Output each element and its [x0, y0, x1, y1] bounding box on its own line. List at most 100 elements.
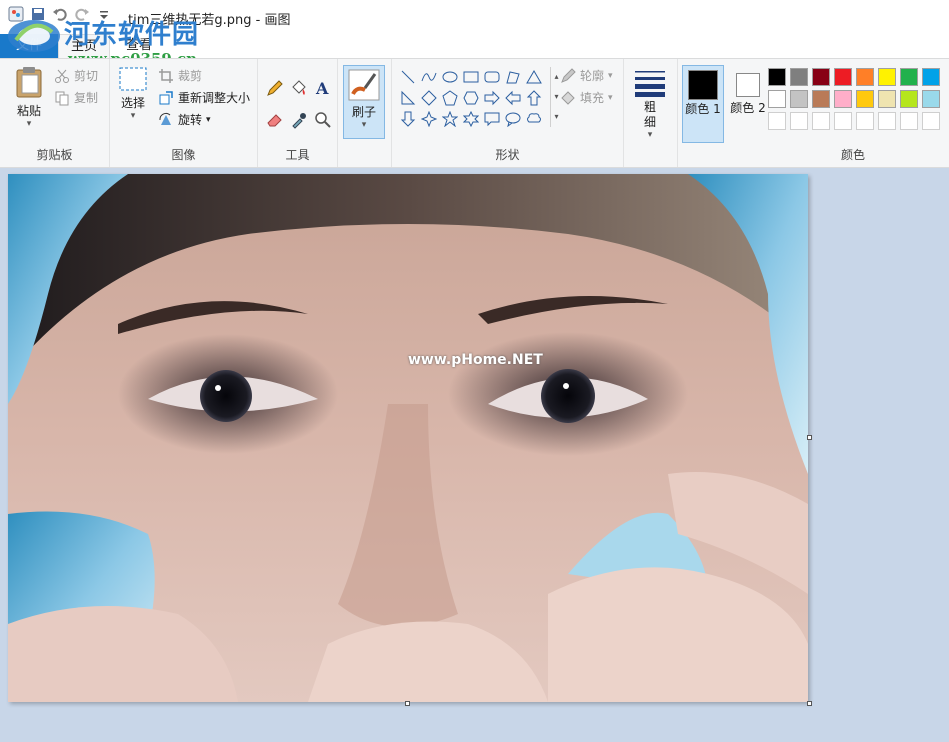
palette-swatch[interactable] [876, 66, 898, 88]
brushes-label: 刷子 [351, 105, 376, 119]
resize-handle-corner[interactable] [807, 701, 812, 706]
ribbon-tabs: 文件 主页 查看 [0, 34, 949, 58]
resize-button[interactable]: 重新调整大小 [158, 89, 250, 106]
palette-swatch[interactable] [766, 88, 788, 110]
right-triangle-shape-icon[interactable] [398, 88, 418, 108]
redo-icon[interactable] [74, 6, 90, 22]
palette-swatch[interactable] [854, 88, 876, 110]
right-arrow-shape-icon[interactable] [482, 88, 502, 108]
palette-swatch[interactable] [898, 88, 920, 110]
resize-handle-right[interactable] [807, 435, 812, 440]
canvas-workspace[interactable]: www.pHome.NET [0, 168, 949, 742]
outline-button[interactable]: 轮廓 ▾ [560, 67, 613, 84]
down-arrow-shape-icon[interactable] [398, 109, 418, 129]
paste-icon [16, 67, 42, 98]
palette-swatch[interactable] [920, 88, 942, 110]
custom-color-slot[interactable] [854, 110, 876, 132]
curve-shape-icon[interactable] [419, 67, 439, 87]
custom-color-slot[interactable] [810, 110, 832, 132]
group-clipboard: 粘贴 ▾ 剪切 复制 剪贴板 [0, 59, 110, 167]
four-point-star-shape-icon[interactable] [419, 109, 439, 129]
palette-swatch[interactable] [810, 66, 832, 88]
six-point-star-shape-icon[interactable] [461, 109, 481, 129]
color-palette [766, 66, 942, 132]
customize-toolbar-icon[interactable] [96, 6, 112, 22]
line-thickness-icon [635, 71, 665, 97]
palette-swatch[interactable] [876, 88, 898, 110]
hexagon-shape-icon[interactable] [461, 88, 481, 108]
custom-color-slot[interactable] [832, 110, 854, 132]
up-arrow-shape-icon[interactable] [524, 88, 544, 108]
custom-color-slot[interactable] [920, 110, 942, 132]
palette-swatch[interactable] [920, 66, 942, 88]
magnifier-icon[interactable] [314, 111, 332, 129]
paste-dropdown-arrow[interactable]: ▾ [8, 119, 50, 129]
fill-dropdown-arrow[interactable]: ▾ [608, 93, 613, 103]
copy-icon [55, 91, 69, 105]
fill-label: 填充 [580, 91, 605, 105]
size-label: 粗细 [643, 100, 656, 129]
cut-button[interactable]: 剪切 [54, 67, 98, 84]
palette-swatch[interactable] [766, 66, 788, 88]
colors-group-label: 颜色 [840, 148, 865, 162]
size-dropdown-arrow[interactable]: ▾ [630, 130, 670, 140]
rect-callout-shape-icon[interactable] [482, 109, 502, 129]
select-button[interactable]: 选择 ▾ [116, 65, 150, 121]
pentagon-shape-icon[interactable] [440, 88, 460, 108]
eraser-icon[interactable] [266, 111, 284, 129]
size-button[interactable]: 粗细 ▾ [630, 67, 670, 140]
paint-app-icon[interactable] [8, 6, 24, 22]
palette-swatch[interactable] [854, 66, 876, 88]
cloud-callout-shape-icon[interactable] [524, 109, 544, 129]
oval-callout-shape-icon[interactable] [503, 109, 523, 129]
crop-button[interactable]: 裁剪 [158, 67, 202, 84]
rotate-dropdown-arrow[interactable]: ▾ [206, 115, 211, 125]
palette-swatch[interactable] [898, 66, 920, 88]
tab-home[interactable]: 主页 [58, 34, 111, 58]
shapes-group-label: 形状 [495, 148, 520, 162]
crop-icon [159, 68, 173, 83]
cut-label: 剪切 [74, 69, 99, 83]
custom-color-slot[interactable] [898, 110, 920, 132]
brushes-dropdown-arrow[interactable]: ▾ [344, 120, 384, 130]
palette-swatch[interactable] [788, 66, 810, 88]
group-size: 粗细 ▾ [624, 59, 678, 167]
outline-dropdown-arrow[interactable]: ▾ [608, 71, 613, 81]
undo-icon[interactable] [52, 6, 68, 22]
diamond-shape-icon[interactable] [419, 88, 439, 108]
oval-shape-icon[interactable] [440, 67, 460, 87]
custom-color-slot[interactable] [876, 110, 898, 132]
color-picker-icon[interactable] [290, 111, 308, 129]
color2-button[interactable]: 颜色 2 [728, 65, 768, 143]
palette-swatch[interactable] [810, 88, 832, 110]
select-dropdown-arrow[interactable]: ▾ [116, 111, 150, 121]
custom-color-slot[interactable] [766, 110, 788, 132]
five-point-star-shape-icon[interactable] [440, 109, 460, 129]
palette-swatch[interactable] [832, 88, 854, 110]
copy-button[interactable]: 复制 [54, 89, 98, 106]
group-brushes: 刷子 ▾ [338, 59, 392, 167]
polygon-shape-icon[interactable] [503, 67, 523, 87]
rotate-button[interactable]: 旋转 ▾ [158, 111, 211, 128]
rounded-rectangle-shape-icon[interactable] [482, 67, 502, 87]
fill-button[interactable]: 填充 ▾ [560, 89, 613, 106]
fill-bucket-icon[interactable] [290, 79, 308, 97]
tab-file[interactable]: 文件 [0, 34, 58, 58]
canvas-image[interactable]: www.pHome.NET [8, 174, 808, 702]
color1-button[interactable]: 颜色 1 [682, 65, 724, 143]
color1-swatch [688, 70, 718, 100]
text-tool-icon[interactable]: A [314, 79, 332, 97]
custom-color-slot[interactable] [788, 110, 810, 132]
resize-handle-bottom[interactable] [405, 701, 410, 706]
palette-swatch[interactable] [788, 88, 810, 110]
pencil-icon[interactable] [266, 79, 284, 97]
paste-button[interactable]: 粘贴 ▾ [8, 65, 50, 129]
tab-view[interactable]: 查看 [114, 34, 164, 58]
left-arrow-shape-icon[interactable] [503, 88, 523, 108]
palette-swatch[interactable] [832, 66, 854, 88]
save-icon[interactable] [30, 6, 46, 22]
brushes-button[interactable]: 刷子 ▾ [343, 65, 385, 139]
triangle-shape-icon[interactable] [524, 67, 544, 87]
rectangle-shape-icon[interactable] [461, 67, 481, 87]
line-shape-icon[interactable] [398, 67, 418, 87]
